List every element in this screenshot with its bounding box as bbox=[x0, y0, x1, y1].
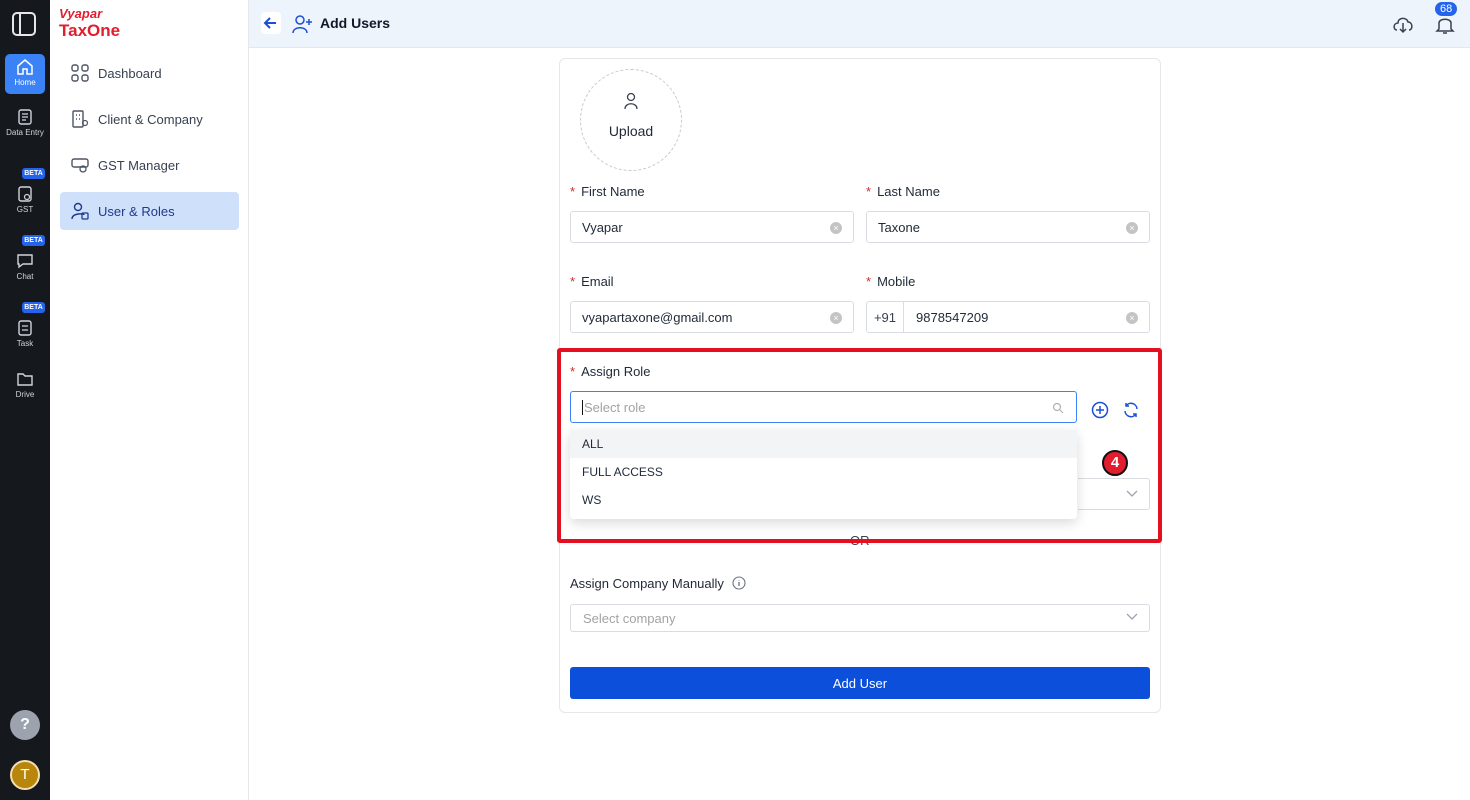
chevron-down-icon bbox=[1126, 613, 1138, 620]
rail-label: Drive bbox=[15, 390, 35, 399]
assign-company-label: Assign Company Manually bbox=[570, 576, 746, 591]
back-button[interactable] bbox=[261, 12, 281, 34]
arrow-left-icon bbox=[263, 17, 276, 29]
clear-icon[interactable]: × bbox=[830, 312, 842, 324]
last-name-label: * Last Name bbox=[866, 184, 940, 199]
brand-name-bottom: TaxOne bbox=[59, 21, 121, 40]
rail-label: GST bbox=[16, 205, 34, 214]
avatar[interactable]: T bbox=[10, 760, 40, 790]
app-rail: Home Data Entry BETA GST BETA Chat BETA … bbox=[0, 0, 50, 800]
company-placeholder: Select company bbox=[583, 611, 676, 626]
help-icon[interactable]: ? bbox=[10, 710, 40, 740]
mobile-field[interactable]: +91 9878547209 × bbox=[866, 301, 1150, 333]
notification-badge: 68 bbox=[1435, 2, 1458, 16]
brand-logo[interactable]: Vyapar TaxOne bbox=[59, 7, 120, 39]
rail-label: Task bbox=[16, 339, 34, 348]
collapse-sidebar-icon[interactable] bbox=[12, 12, 36, 36]
user-roles-icon bbox=[71, 202, 89, 220]
add-user-icon bbox=[292, 15, 312, 34]
beta-badge: BETA bbox=[22, 302, 45, 313]
brand-name-top: Vyapar bbox=[59, 6, 103, 21]
sidebar: Vyapar TaxOne Dashboard Client & Company… bbox=[50, 0, 249, 800]
company-select[interactable]: Select company bbox=[570, 604, 1150, 632]
sidebar-item-label: Dashboard bbox=[98, 65, 162, 81]
sidebar-item-dashboard[interactable]: Dashboard bbox=[60, 54, 239, 92]
upload-label: Upload bbox=[608, 123, 654, 139]
home-icon bbox=[17, 59, 33, 75]
clear-icon[interactable]: × bbox=[1126, 312, 1138, 324]
sidebar-item-label: Client & Company bbox=[98, 111, 203, 127]
rail-item-gst[interactable]: GST bbox=[5, 185, 45, 215]
rail-item-data-entry[interactable]: Data Entry bbox=[5, 108, 45, 138]
info-icon[interactable] bbox=[731, 576, 746, 590]
rail-label: Chat bbox=[16, 272, 34, 281]
page-header: Add Users 68 bbox=[249, 0, 1470, 48]
user-icon bbox=[624, 92, 638, 110]
sidebar-item-label: User & Roles bbox=[98, 203, 175, 219]
grid-icon bbox=[71, 64, 89, 82]
country-code-prefix: +91 bbox=[867, 302, 904, 332]
rail-item-drive[interactable]: Drive bbox=[5, 370, 45, 400]
page-title: Add Users bbox=[320, 15, 391, 31]
chat-icon bbox=[17, 254, 33, 269]
annotation-highlight-box bbox=[557, 348, 1162, 543]
cloud-download-icon[interactable] bbox=[1391, 13, 1415, 35]
beta-badge: BETA bbox=[22, 235, 45, 246]
sidebar-item-gst-manager[interactable]: GST Manager bbox=[60, 146, 239, 184]
avatar-upload[interactable]: Upload bbox=[580, 69, 682, 171]
email-field[interactable]: vyapartaxone@gmail.com × bbox=[570, 301, 854, 333]
gst-icon bbox=[18, 186, 32, 202]
gst-icon bbox=[71, 158, 89, 173]
first-name-label: * First Name bbox=[570, 184, 645, 199]
beta-badge: BETA bbox=[22, 168, 45, 179]
bell-icon[interactable] bbox=[1434, 13, 1456, 35]
rail-label: Data Entry bbox=[6, 128, 44, 137]
add-user-button[interactable]: Add User bbox=[570, 667, 1150, 699]
rail-item-chat[interactable]: Chat bbox=[5, 252, 45, 282]
rail-item-task[interactable]: Task bbox=[5, 319, 45, 349]
rail-label: Home bbox=[14, 78, 36, 87]
sidebar-item-client-company[interactable]: Client & Company bbox=[60, 100, 239, 138]
first-name-field[interactable]: Vyapar × bbox=[570, 211, 854, 243]
building-icon bbox=[72, 110, 89, 128]
sidebar-item-user-roles[interactable]: User & Roles bbox=[60, 192, 239, 230]
clear-icon[interactable]: × bbox=[1126, 222, 1138, 234]
folder-icon bbox=[17, 373, 33, 386]
rail-item-home[interactable]: Home bbox=[5, 54, 45, 94]
last-name-field[interactable]: Taxone × bbox=[866, 211, 1150, 243]
clear-icon[interactable]: × bbox=[830, 222, 842, 234]
sidebar-item-label: GST Manager bbox=[98, 157, 180, 173]
task-icon bbox=[18, 320, 32, 336]
mobile-label: * Mobile bbox=[866, 274, 916, 289]
email-label: * Email bbox=[570, 274, 614, 289]
data-entry-icon bbox=[18, 109, 32, 125]
